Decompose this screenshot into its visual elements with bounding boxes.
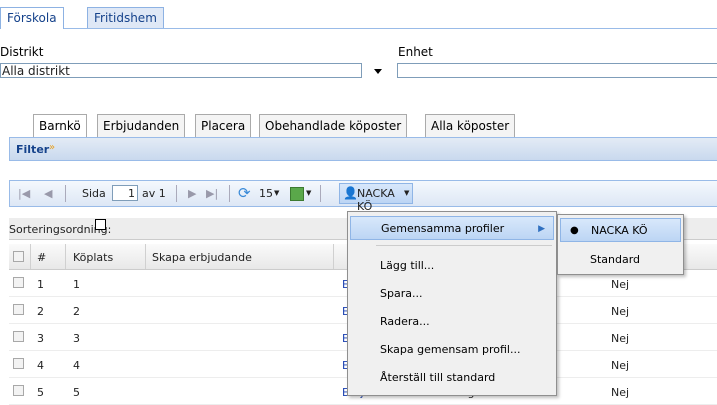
row-value: Nej	[611, 359, 630, 372]
row-value: Nej	[611, 305, 630, 318]
submenu-item-label: NACKA KÖ	[591, 224, 648, 237]
row-koplats: 4	[73, 359, 80, 372]
menu-item-radera[interactable]: Radera...	[350, 310, 554, 334]
menu-separator	[376, 245, 552, 246]
export-icon[interactable]	[290, 187, 304, 201]
row-value: Nej	[611, 386, 630, 399]
prev-page-icon[interactable]: ◀	[44, 187, 52, 200]
user-icon: 👤	[343, 186, 358, 200]
enhet-input[interactable]	[397, 63, 717, 78]
next-page-icon[interactable]: ▶	[188, 187, 196, 200]
paging-toolbar: |◀ ◀ Sida 1 av 1 ▶ ▶| ⟳ 15 ▼ ▼ 👤 NACKA K…	[9, 180, 717, 213]
chevron-down-icon: ▼	[404, 189, 410, 197]
last-page-icon[interactable]: ▶|	[206, 187, 218, 200]
filter-label: Filter	[16, 143, 50, 156]
chevron-down-icon[interactable]: ▼	[274, 189, 279, 197]
tab-forskola[interactable]: Förskola	[0, 7, 64, 29]
toolbar-separator	[176, 185, 177, 202]
column-divider	[145, 244, 146, 269]
row-checkbox[interactable]	[13, 331, 24, 342]
page-of-label: av 1	[142, 187, 166, 200]
row-number: 5	[37, 386, 44, 399]
menu-item-spara[interactable]: Spara...	[350, 282, 554, 306]
column-divider	[333, 244, 334, 269]
column-header-koplats[interactable]: Köplats	[73, 251, 113, 264]
row-number: 2	[37, 305, 44, 318]
distrikt-label: Distrikt	[0, 45, 44, 59]
menu-item-label: Gemensamma profiler	[381, 222, 505, 235]
row-number: 1	[37, 278, 44, 291]
chevron-down-icon[interactable]	[374, 69, 382, 74]
toolbar-separator	[229, 185, 230, 202]
menu-item-skapa-gemensam-profil[interactable]: Skapa gemensam profil...	[350, 338, 554, 362]
shared-profiles-submenu: ● NACKA KÖ Standard	[557, 214, 684, 275]
submenu-item-standard[interactable]: Standard	[560, 248, 681, 272]
row-checkbox[interactable]	[13, 385, 24, 396]
row-koplats: 1	[73, 278, 80, 291]
tab-fritidshem[interactable]: Fritidshem	[87, 7, 164, 28]
chevron-right-icon: ▶	[538, 224, 545, 234]
chevron-down-icon[interactable]: ▼	[306, 189, 311, 197]
submenu-item-nacka-ko[interactable]: ● NACKA KÖ	[560, 218, 681, 242]
profile-button[interactable]: 👤 NACKA KÖ ▼	[339, 183, 413, 213]
row-number: 3	[37, 332, 44, 345]
top-tab-strip: Förskola Fritidshem	[0, 0, 717, 29]
toolbar-separator	[65, 185, 66, 202]
distrikt-select[interactable]: Alla distrikt	[0, 63, 362, 78]
row-value: Nej	[611, 278, 630, 291]
drop-target-icon[interactable]	[95, 219, 106, 230]
row-checkbox[interactable]	[13, 358, 24, 369]
expand-icon[interactable]: »	[49, 142, 55, 153]
toolbar-separator	[320, 185, 321, 202]
menu-item-gemensamma-profiler[interactable]: Gemensamma profiler ▶	[350, 216, 554, 240]
profile-menu: Gemensamma profiler ▶ Lägg till... Spara…	[347, 211, 557, 396]
selected-dot-icon: ●	[570, 225, 579, 236]
page-label: Sida	[82, 187, 106, 200]
row-koplats: 3	[73, 332, 80, 345]
column-header-skapa-erbjudande[interactable]: Skapa erbjudande	[152, 251, 252, 264]
page-input[interactable]: 1	[112, 185, 138, 201]
column-divider	[65, 244, 66, 269]
filter-bar[interactable]: Filter »	[9, 137, 717, 161]
row-number: 4	[37, 359, 44, 372]
refresh-icon[interactable]: ⟳	[238, 184, 251, 202]
column-divider	[30, 244, 31, 269]
row-koplats: 2	[73, 305, 80, 318]
first-page-icon[interactable]: |◀	[18, 187, 30, 200]
column-header-num[interactable]: #	[37, 251, 46, 264]
menu-item-aterstall-till-standard[interactable]: Återställ till standard	[350, 366, 554, 390]
enhet-label: Enhet	[398, 45, 433, 59]
tab-erbjudanden[interactable]: Erbjudanden	[97, 114, 186, 137]
row-checkbox[interactable]	[13, 277, 24, 288]
menu-item-lagg-till[interactable]: Lägg till...	[350, 254, 554, 278]
tab-obehandlade-koposter[interactable]: Obehandlade köposter	[259, 114, 408, 137]
row-value: Nej	[611, 332, 630, 345]
page-size-select[interactable]: 15	[259, 187, 273, 200]
row-koplats: 5	[73, 386, 80, 399]
tab-barnko[interactable]: Barnkö	[33, 114, 87, 137]
select-all-checkbox[interactable]	[13, 251, 24, 262]
tab-placera[interactable]: Placera	[195, 114, 252, 137]
row-checkbox[interactable]	[13, 304, 24, 315]
tab-alla-koposter[interactable]: Alla köposter	[425, 114, 516, 137]
